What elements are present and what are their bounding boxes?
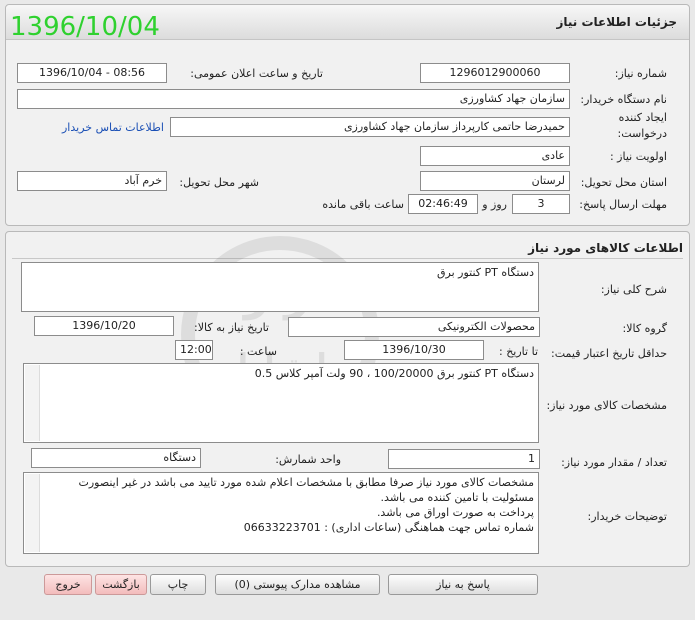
province-label: استان محل تحویل: (580, 176, 667, 189)
need-number-field: 1296012900060 (420, 63, 570, 83)
deadline-days-field: 3 (512, 194, 570, 214)
notes-line: مشخصات کالای مورد نیاز صرفا مطابق با مشخ… (78, 476, 534, 489)
spec-field: دستگاه PT کنتور برق 100/20000 ، 90 ولت آ… (23, 363, 539, 443)
creator-field: حمیدرضا حاتمی کارپرداز سازمان جهاد کشاور… (170, 117, 570, 137)
until-date-field: 1396/10/30 (344, 340, 484, 360)
unit-field: دستگاه (31, 448, 201, 468)
province-field: لرستان (420, 171, 570, 191)
desc-field: دستگاه PT کنتور برق (21, 262, 539, 312)
spec-text: دستگاه PT کنتور برق 100/20000 ، 90 ولت آ… (254, 367, 534, 380)
overlay-date: 1396/10/04 (10, 12, 160, 42)
reply-button[interactable]: پاسخ به نیاز (388, 574, 538, 595)
priority-label: اولویت نیاز : (609, 150, 667, 163)
exit-button[interactable]: خروج (44, 574, 92, 595)
goods-section-title: اطلاعات کالاهای مورد نیاز (528, 241, 683, 255)
days-word: روز و (482, 198, 507, 211)
city-field: خرم آباد (17, 171, 167, 191)
priority-field: عادی (420, 146, 570, 166)
deadline-label: مهلت ارسال پاسخ: (579, 198, 667, 211)
desc-text: دستگاه PT کنتور برق (436, 266, 534, 279)
city-label: شهر محل تحویل: (179, 176, 259, 189)
buyer-field: سازمان جهاد کشاورزی (17, 89, 570, 109)
time-field: 12:00 (175, 340, 213, 360)
notes-scrollbar[interactable] (25, 474, 40, 552)
buyer-contact-link[interactable]: اطلاعات تماس خریدار (62, 121, 164, 134)
group-label: گروه کالا: (622, 322, 667, 335)
print-button[interactable]: چاپ (150, 574, 206, 595)
desc-label: شرح کلی نیاز: (600, 283, 667, 296)
until-label: تا تاریخ : (499, 345, 538, 358)
creator-label: ایجاد کننده درخواست: (577, 110, 667, 142)
page-title: جزئیات اطلاعات نیاز (556, 15, 677, 29)
attachments-button[interactable]: مشاهده مدارک پیوستی (0) (215, 574, 380, 595)
need-date-field: 1396/10/20 (34, 316, 174, 336)
min-valid-label: حداقل تاریخ اعتبار قیمت: (551, 347, 667, 360)
remaining-word: ساعت باقی مانده (322, 198, 404, 211)
section-divider (12, 258, 683, 259)
announce-label: تاریخ و ساعت اعلان عمومی: (190, 67, 323, 80)
need-date-label: تاریخ نیاز به کالا: (194, 321, 269, 334)
creator-label-text: ایجاد کننده درخواست: (617, 111, 667, 140)
notes-line: پرداخت به صورت اوراق می باشد. (376, 506, 534, 519)
buyer-label: نام دستگاه خریدار: (580, 93, 667, 106)
unit-label: واحد شمارش: (275, 453, 341, 466)
notes-line: مسئولیت با تامین کننده می باشد. (380, 491, 534, 504)
notes-field: مشخصات کالای مورد نیاز صرفا مطابق با مشخ… (23, 472, 539, 554)
back-button[interactable]: بازگشت (95, 574, 147, 595)
spec-scrollbar[interactable] (25, 365, 40, 441)
announce-field: 1396/10/04 - 08:56 (17, 63, 167, 83)
qty-label: تعداد / مقدار مورد نیاز: (561, 456, 667, 469)
time-label: ساعت : (239, 345, 277, 358)
notes-line: شماره تماس جهت هماهنگی (ساعات اداری) : 0… (243, 521, 534, 534)
qty-field: 1 (388, 449, 540, 469)
group-field: محصولات الکترونیکی (288, 317, 540, 337)
deadline-time-field: 02:46:49 (408, 194, 478, 214)
need-number-label: شماره نیاز: (614, 67, 667, 80)
spec-label: مشخصات کالای مورد نیاز: (546, 399, 667, 412)
notes-label: توضیحات خریدار: (587, 510, 668, 523)
